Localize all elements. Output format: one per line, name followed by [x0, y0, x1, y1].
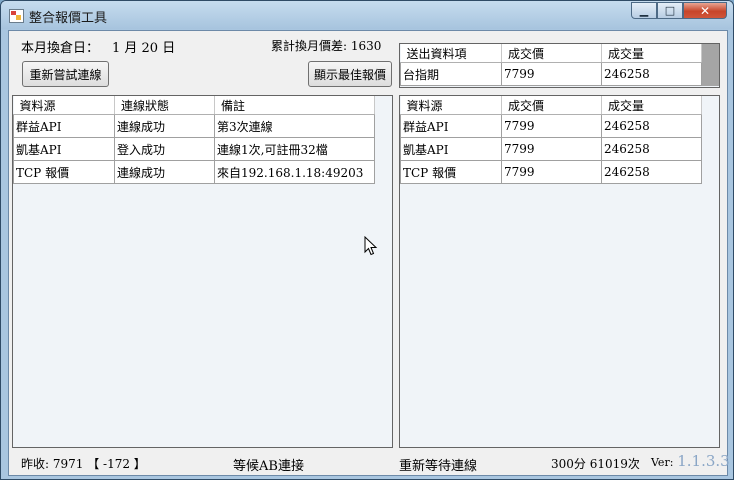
mouse-pointer-icon — [364, 236, 378, 256]
retry-connection-button[interactable]: 重新嘗試連線 — [22, 61, 109, 87]
connection-cell-remark[interactable]: 來自192.168.1.18:49203 — [214, 160, 375, 184]
price-col-volume[interactable]: 成交量 — [601, 96, 702, 115]
connection-cell-source[interactable]: 群益API — [13, 114, 115, 138]
cumulative-spread-label: 累計換月價差: 1630 — [271, 39, 382, 53]
price-grid[interactable]: 資料源 成交價 成交量 群益API 7799 246258 凱基API 7799… — [399, 95, 720, 448]
output-col-volume[interactable]: 成交量 — [601, 44, 702, 63]
connection-cell-remark[interactable]: 連線1次,可註冊32檔 — [214, 137, 375, 161]
price-cell-source[interactable]: 凱基API — [400, 137, 502, 161]
price-cell-volume[interactable]: 246258 — [601, 114, 702, 138]
version-prefix: Ver: — [651, 456, 674, 469]
show-best-quote-label: 顯示最佳報價 — [313, 67, 386, 82]
window-title: 整合報價工具 — [29, 11, 108, 26]
price-cell-price[interactable]: 7799 — [501, 137, 602, 161]
connection-col-source[interactable]: 資料源 — [13, 96, 115, 115]
price-table: 資料源 成交價 成交量 群益API 7799 246258 凱基API 7799… — [400, 96, 702, 184]
waiting-ab-status: 等候AB連接 — [233, 459, 304, 474]
table-row[interactable]: 凱基API 登入成功 連線1次,可註冊32檔 — [13, 137, 375, 161]
maximize-icon: □ — [664, 4, 676, 17]
maximize-button[interactable]: □ — [657, 2, 683, 19]
caption-buttons: ▁ □ ✕ — [631, 2, 727, 20]
connection-col-status[interactable]: 連線狀態 — [114, 96, 215, 115]
price-cell-volume[interactable]: 246258 — [601, 160, 702, 184]
output-table: 送出資料項 成交價 成交量 台指期 7799 246258 — [400, 44, 702, 86]
table-row[interactable]: TCP 報價 7799 246258 — [400, 160, 702, 184]
connection-cell-source[interactable]: 凱基API — [13, 137, 115, 161]
yesterday-close-label: 昨收: 7971 【 -172 】 — [21, 457, 146, 471]
connection-col-remark[interactable]: 備註 — [214, 96, 375, 115]
output-grid[interactable]: 送出資料項 成交價 成交量 台指期 7799 246258 — [399, 43, 720, 88]
output-cell-item[interactable]: 台指期 — [400, 62, 502, 86]
connection-cell-status[interactable]: 登入成功 — [114, 137, 215, 161]
output-cell-price[interactable]: 7799 — [501, 62, 602, 86]
table-row[interactable]: 群益API 連線成功 第3次連線 — [13, 114, 375, 138]
output-cell-volume[interactable]: 246258 — [601, 62, 702, 86]
price-cell-price[interactable]: 7799 — [501, 160, 602, 184]
price-col-price[interactable]: 成交價 — [501, 96, 602, 115]
output-header-row: 送出資料項 成交價 成交量 — [400, 44, 702, 63]
output-col-price[interactable]: 成交價 — [501, 44, 602, 63]
price-cell-price[interactable]: 7799 — [501, 114, 602, 138]
minimize-button[interactable]: ▁ — [631, 2, 657, 19]
app-window: 整合報價工具 ▁ □ ✕ 本月換倉日： 1 月 20 日 累計換月價差: 163… — [0, 0, 734, 480]
version-number: 1.1.3.3 — [677, 452, 730, 470]
price-col-source[interactable]: 資料源 — [400, 96, 502, 115]
client-area: 本月換倉日： 1 月 20 日 累計換月價差: 1630 重新嘗試連線 顯示最佳… — [8, 30, 730, 476]
rollover-date-label: 本月換倉日： — [21, 41, 100, 56]
output-col-item[interactable]: 送出資料項 — [400, 44, 502, 63]
price-cell-source[interactable]: 群益API — [400, 114, 502, 138]
connection-cell-source[interactable]: TCP 報價 — [13, 160, 115, 184]
retry-connection-label: 重新嘗試連線 — [29, 67, 102, 82]
reconnect-wait-status: 重新等待連線 — [399, 459, 478, 474]
connection-cell-status[interactable]: 連線成功 — [114, 160, 215, 184]
close-button[interactable]: ✕ — [683, 2, 727, 19]
price-cell-volume[interactable]: 246258 — [601, 137, 702, 161]
connection-table: 資料源 連線狀態 備註 群益API 連線成功 第3次連線 凱基API 登入成功 … — [13, 96, 375, 184]
version-label: Ver: 1.1.3.3 — [651, 452, 730, 470]
price-cell-source[interactable]: TCP 報價 — [400, 160, 502, 184]
table-row[interactable]: 凱基API 7799 246258 — [400, 137, 702, 161]
connection-cell-remark[interactable]: 第3次連線 — [214, 114, 375, 138]
rollover-date-value: 1 月 20 日 — [112, 41, 176, 56]
connection-cell-status[interactable]: 連線成功 — [114, 114, 215, 138]
output-grid-scrollbar[interactable] — [702, 44, 719, 86]
table-row[interactable]: 群益API 7799 246258 — [400, 114, 702, 138]
title-bar[interactable]: 整合報價工具 ▁ □ ✕ — [1, 1, 733, 29]
show-best-quote-button[interactable]: 顯示最佳報價 — [308, 61, 392, 87]
counter-status: 300分 61019次 — [551, 457, 640, 471]
table-row[interactable]: 台指期 7799 246258 — [400, 62, 702, 86]
connection-grid[interactable]: 資料源 連線狀態 備註 群益API 連線成功 第3次連線 凱基API 登入成功 … — [12, 95, 393, 448]
price-header-row: 資料源 成交價 成交量 — [400, 96, 702, 115]
app-icon — [9, 9, 24, 23]
minimize-icon: ▁ — [639, 4, 649, 17]
table-row[interactable]: TCP 報價 連線成功 來自192.168.1.18:49203 — [13, 160, 375, 184]
close-icon: ✕ — [699, 3, 711, 18]
connection-header-row: 資料源 連線狀態 備註 — [13, 96, 375, 115]
